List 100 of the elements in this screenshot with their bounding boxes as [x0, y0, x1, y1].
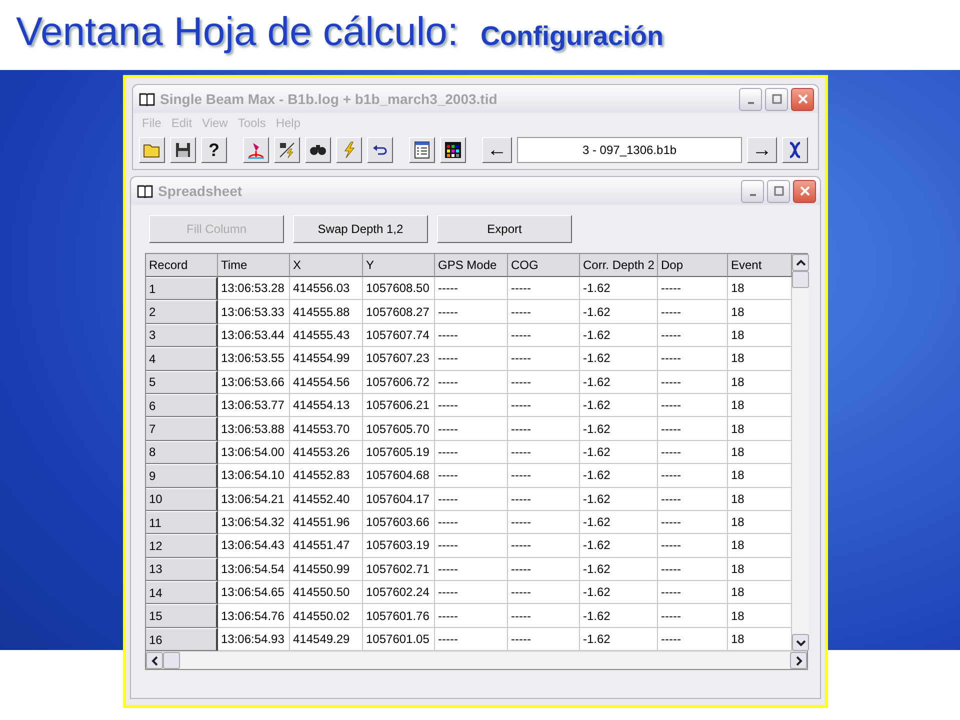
- table-cell: 13:06:54.54: [218, 558, 290, 582]
- table-cell: -----: [435, 558, 508, 582]
- column-header[interactable]: Event: [728, 254, 792, 277]
- next-button[interactable]: →: [747, 137, 777, 163]
- table-cell: -----: [658, 324, 728, 348]
- table-cell: -----: [435, 604, 508, 628]
- book-icon: [137, 184, 153, 198]
- close-button[interactable]: [791, 88, 814, 110]
- toolbar-button[interactable]: [139, 137, 165, 163]
- table-cell: -1.62: [580, 534, 658, 558]
- row-header[interactable]: 3: [146, 324, 218, 348]
- row-header[interactable]: 7: [146, 417, 218, 441]
- table-cell: -1.62: [580, 394, 658, 418]
- table-cell: -----: [435, 324, 508, 348]
- column-header[interactable]: Time: [218, 254, 290, 277]
- column-header[interactable]: X: [290, 254, 363, 277]
- row-header[interactable]: 16: [146, 628, 218, 652]
- scroll-down-button[interactable]: [792, 634, 809, 652]
- row-header[interactable]: 14: [146, 581, 218, 604]
- table-cell: 13:06:53.77: [218, 394, 290, 418]
- column-header[interactable]: COG: [508, 254, 580, 277]
- minimize-button[interactable]: [741, 180, 764, 202]
- row-header[interactable]: 5: [146, 370, 218, 394]
- table-cell: -----: [658, 534, 728, 558]
- column-header[interactable]: Corr. Depth 2: [580, 254, 658, 277]
- window-title: Spreadsheet: [158, 183, 244, 199]
- marker-icon: [246, 140, 266, 160]
- row-header[interactable]: 11: [146, 510, 218, 534]
- toolbar-button[interactable]: [274, 137, 300, 163]
- table-cell: 1057606.72: [363, 370, 435, 394]
- toolbar-button[interactable]: [782, 137, 808, 163]
- toolbar-button[interactable]: [305, 137, 331, 163]
- table-cell: 414550.50: [290, 581, 363, 604]
- tool-lightning-icon: [277, 140, 297, 160]
- minimize-icon: [750, 194, 756, 196]
- table-cell: -----: [508, 347, 580, 371]
- maximize-button[interactable]: [765, 88, 788, 110]
- row-header[interactable]: 6: [146, 394, 218, 418]
- row-header[interactable]: 8: [146, 440, 218, 464]
- row-header[interactable]: 15: [146, 604, 218, 628]
- row-header[interactable]: 1: [146, 277, 218, 300]
- minimize-icon: [748, 102, 754, 104]
- column-header[interactable]: Dop: [658, 254, 728, 277]
- column-header[interactable]: Y: [363, 254, 435, 277]
- table-cell: 1057604.68: [363, 464, 435, 488]
- color-grid-icon: [443, 140, 463, 160]
- table-cell: -----: [508, 581, 580, 604]
- table-cell: 13:06:53.88: [218, 417, 290, 441]
- column-header[interactable]: Record: [146, 254, 218, 277]
- row-header[interactable]: 4: [146, 347, 218, 371]
- table-cell: -----: [508, 604, 580, 628]
- table-cell: -----: [658, 394, 728, 418]
- table-cell: 1057603.66: [363, 510, 435, 534]
- toolbar-button[interactable]: [409, 137, 435, 163]
- close-button[interactable]: [793, 180, 816, 202]
- table-cell: -----: [508, 534, 580, 558]
- action-button[interactable]: Swap Depth 1,2: [293, 215, 428, 243]
- table-cell: -----: [658, 417, 728, 441]
- row-header[interactable]: 13: [146, 558, 218, 582]
- file-field[interactable]: 3 - 097_1306.b1b: [517, 137, 742, 163]
- table-cell: 13:06:54.21: [218, 488, 290, 511]
- table-cell: -1.62: [580, 417, 658, 441]
- table-cell: -1.62: [580, 488, 658, 511]
- chevron-right-icon: [794, 656, 804, 666]
- scroll-thumb[interactable]: [792, 271, 809, 288]
- vertical-scrollbar[interactable]: [792, 254, 809, 652]
- table-cell: -----: [435, 534, 508, 558]
- help-button[interactable]: ?: [201, 137, 227, 163]
- maximize-button[interactable]: [767, 180, 790, 202]
- scroll-thumb[interactable]: [163, 652, 180, 670]
- table-cell: -1.62: [580, 604, 658, 628]
- table-cell: -1.62: [580, 581, 658, 604]
- table-cell: 414554.13: [290, 394, 363, 418]
- minimize-button[interactable]: [739, 88, 762, 110]
- table-cell: 414550.02: [290, 604, 363, 628]
- table-cell: 13:06:53.55: [218, 347, 290, 371]
- slide-title: Ventana Hoja de cálculo:: [16, 10, 459, 55]
- table-cell: 13:06:54.10: [218, 464, 290, 488]
- column-header[interactable]: GPS Mode: [435, 254, 508, 277]
- row-header[interactable]: 10: [146, 488, 218, 511]
- horizontal-scrollbar[interactable]: [146, 651, 807, 670]
- row-header[interactable]: 9: [146, 464, 218, 488]
- scroll-left-button[interactable]: [146, 652, 163, 670]
- table-cell: -1.62: [580, 300, 658, 324]
- scroll-up-button[interactable]: [792, 254, 809, 271]
- slide-subtitle: Configuración: [480, 21, 664, 52]
- action-button[interactable]: Export: [437, 215, 572, 243]
- toolbar-button[interactable]: [440, 137, 466, 163]
- row-header[interactable]: 12: [146, 534, 218, 558]
- table-cell: 1057603.19: [363, 534, 435, 558]
- table-cell: -----: [658, 558, 728, 582]
- toolbar-button[interactable]: [170, 137, 196, 163]
- row-header[interactable]: 2: [146, 300, 218, 324]
- table-cell: -----: [508, 324, 580, 348]
- table-cell: 13:06:53.44: [218, 324, 290, 348]
- toolbar-button[interactable]: [367, 137, 393, 163]
- previous-button[interactable]: ←: [482, 137, 512, 163]
- table-cell: 13:06:54.43: [218, 534, 290, 558]
- scroll-right-button[interactable]: [790, 652, 807, 670]
- maximize-icon: [774, 186, 784, 196]
